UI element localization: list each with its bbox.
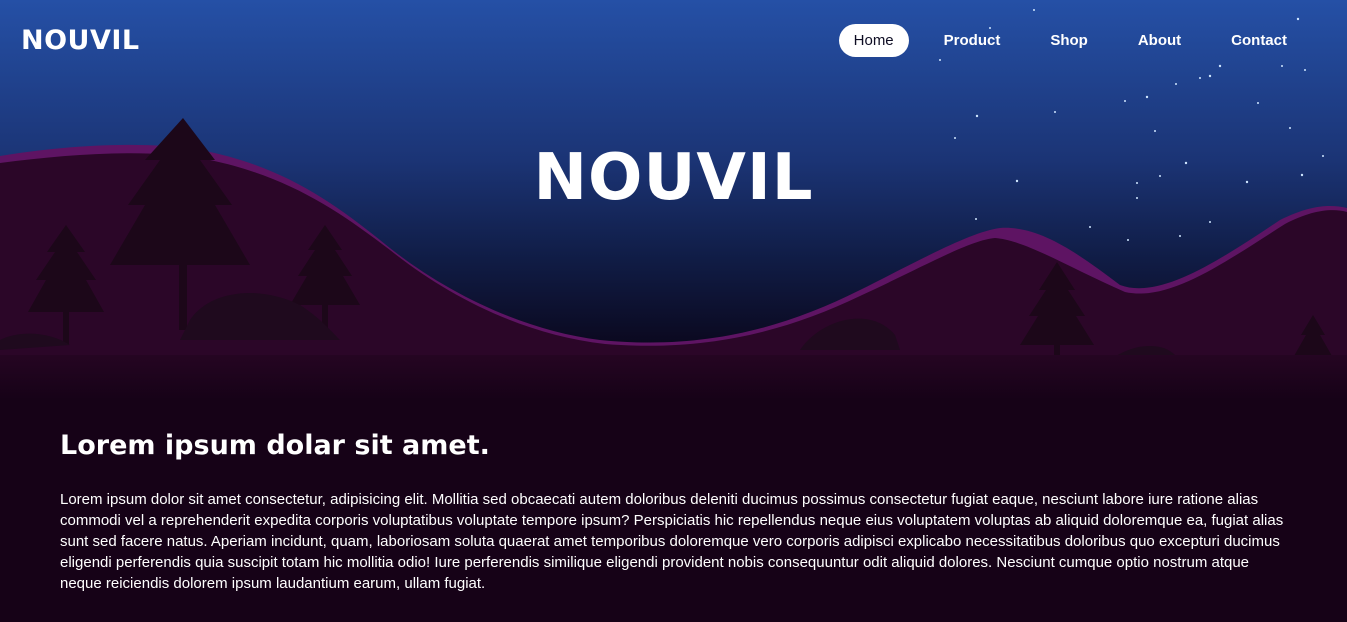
nav-link-contact[interactable]: Contact [1206, 24, 1312, 57]
top-navigation: NOUVIL Home Product Shop About Contact [0, 0, 1347, 84]
content-section: Lorem ipsum dolar sit amet. Lorem ipsum … [60, 425, 1290, 594]
nav-item-about: About [1113, 24, 1206, 57]
hero-title: NOUVIL [533, 141, 814, 215]
nav-link-about[interactable]: About [1113, 24, 1206, 57]
ground [0, 355, 1347, 400]
nav-item-home: Home [838, 24, 919, 57]
brand-logo[interactable]: NOUVIL [21, 24, 140, 58]
nav-link-shop[interactable]: Shop [1025, 24, 1113, 57]
content-paragraph: Lorem ipsum dolor sit amet consectetur, … [60, 491, 1284, 592]
nav-item-product: Product [919, 24, 1026, 57]
nav-link-product[interactable]: Product [919, 24, 1026, 57]
content-heading: Lorem ipsum dolar sit amet. [60, 430, 490, 461]
nav-link-home[interactable]: Home [838, 24, 909, 57]
nav-links: Home Product Shop About Contact [838, 24, 1312, 57]
nav-item-contact: Contact [1206, 24, 1312, 57]
page: NOUVIL Home Product Shop About Contact N… [0, 0, 1347, 622]
nav-item-shop: Shop [1025, 24, 1113, 57]
